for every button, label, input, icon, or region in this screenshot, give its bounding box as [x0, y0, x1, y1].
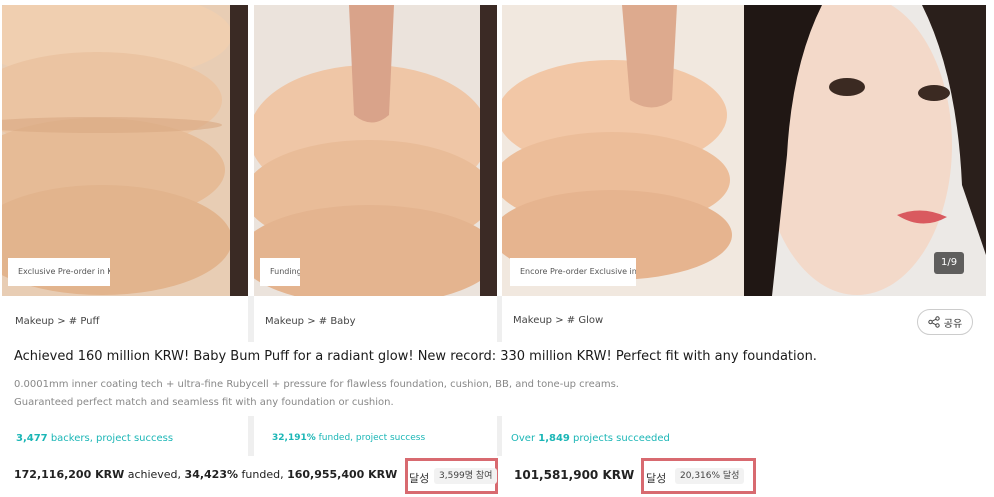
- success-text: funded, project success: [315, 433, 426, 443]
- product-image-puff[interactable]: Exclusive Pre-order in Korea: [2, 5, 248, 296]
- project-amount: 101,581,900 KRW: [514, 468, 635, 482]
- achieved-suffix: 달성: [646, 472, 667, 485]
- column-divider: [248, 296, 254, 342]
- funded-amount: 160,955,400 KRW: [287, 468, 398, 481]
- achieved-word: achieved,: [124, 468, 185, 481]
- category-breadcrumb[interactable]: Makeup > # Puff: [15, 316, 99, 327]
- success-line: Over 1,849 projects succeeded: [511, 433, 670, 444]
- product-image-baby[interactable]: Funding: [254, 5, 497, 296]
- success-text: projects succeeded: [569, 433, 670, 444]
- funded-percent: 32,191%: [272, 433, 316, 443]
- achieved-amount: 172,116,200 KRW: [14, 468, 125, 481]
- funded-word: funded,: [238, 468, 288, 481]
- success-line: 3,477 backers, project success: [16, 433, 173, 444]
- projects-count: 1,849: [538, 433, 570, 444]
- success-prefix: Over: [511, 433, 539, 444]
- project-description-line: Guaranteed perfect match and seamless fi…: [14, 397, 394, 408]
- card-badge: Encore Pre-order Exclusive in Korea: [510, 258, 636, 286]
- column-divider: [497, 416, 502, 456]
- success-text: backers, project success: [47, 433, 174, 444]
- success-line: 32,191% funded, project success: [272, 433, 425, 443]
- share-button[interactable]: 공유: [917, 309, 973, 335]
- achieved-percent-pill: 20,316% 달성: [675, 468, 745, 484]
- participants-pill: 3,599명 참여: [434, 468, 498, 484]
- backers-count: 3,477: [16, 433, 48, 444]
- card-badge: Funding: [260, 258, 300, 286]
- image-counter: 1/9: [934, 252, 965, 274]
- project-title[interactable]: Achieved 160 million KRW! Baby Bum Puff …: [14, 349, 817, 364]
- achieved-suffix: 달성: [409, 472, 430, 485]
- column-divider: [497, 296, 502, 342]
- column-divider: [248, 416, 254, 456]
- project-description-line: 0.0001mm inner coating tech + ultra-fine…: [14, 379, 619, 390]
- share-label: 공유: [943, 318, 963, 330]
- category-breadcrumb[interactable]: Makeup > # Baby: [265, 316, 356, 327]
- funding-stats: 172,116,200 KRW achieved, 34,423% funded…: [14, 468, 397, 481]
- card-badge: Exclusive Pre-order in Korea: [8, 258, 110, 286]
- share-icon: [928, 316, 940, 328]
- funded-percent-total: 34,423%: [184, 468, 239, 481]
- product-image-glow[interactable]: Encore Pre-order Exclusive in Korea 1/9: [502, 5, 986, 296]
- category-breadcrumb[interactable]: Makeup > # Glow: [513, 315, 603, 326]
